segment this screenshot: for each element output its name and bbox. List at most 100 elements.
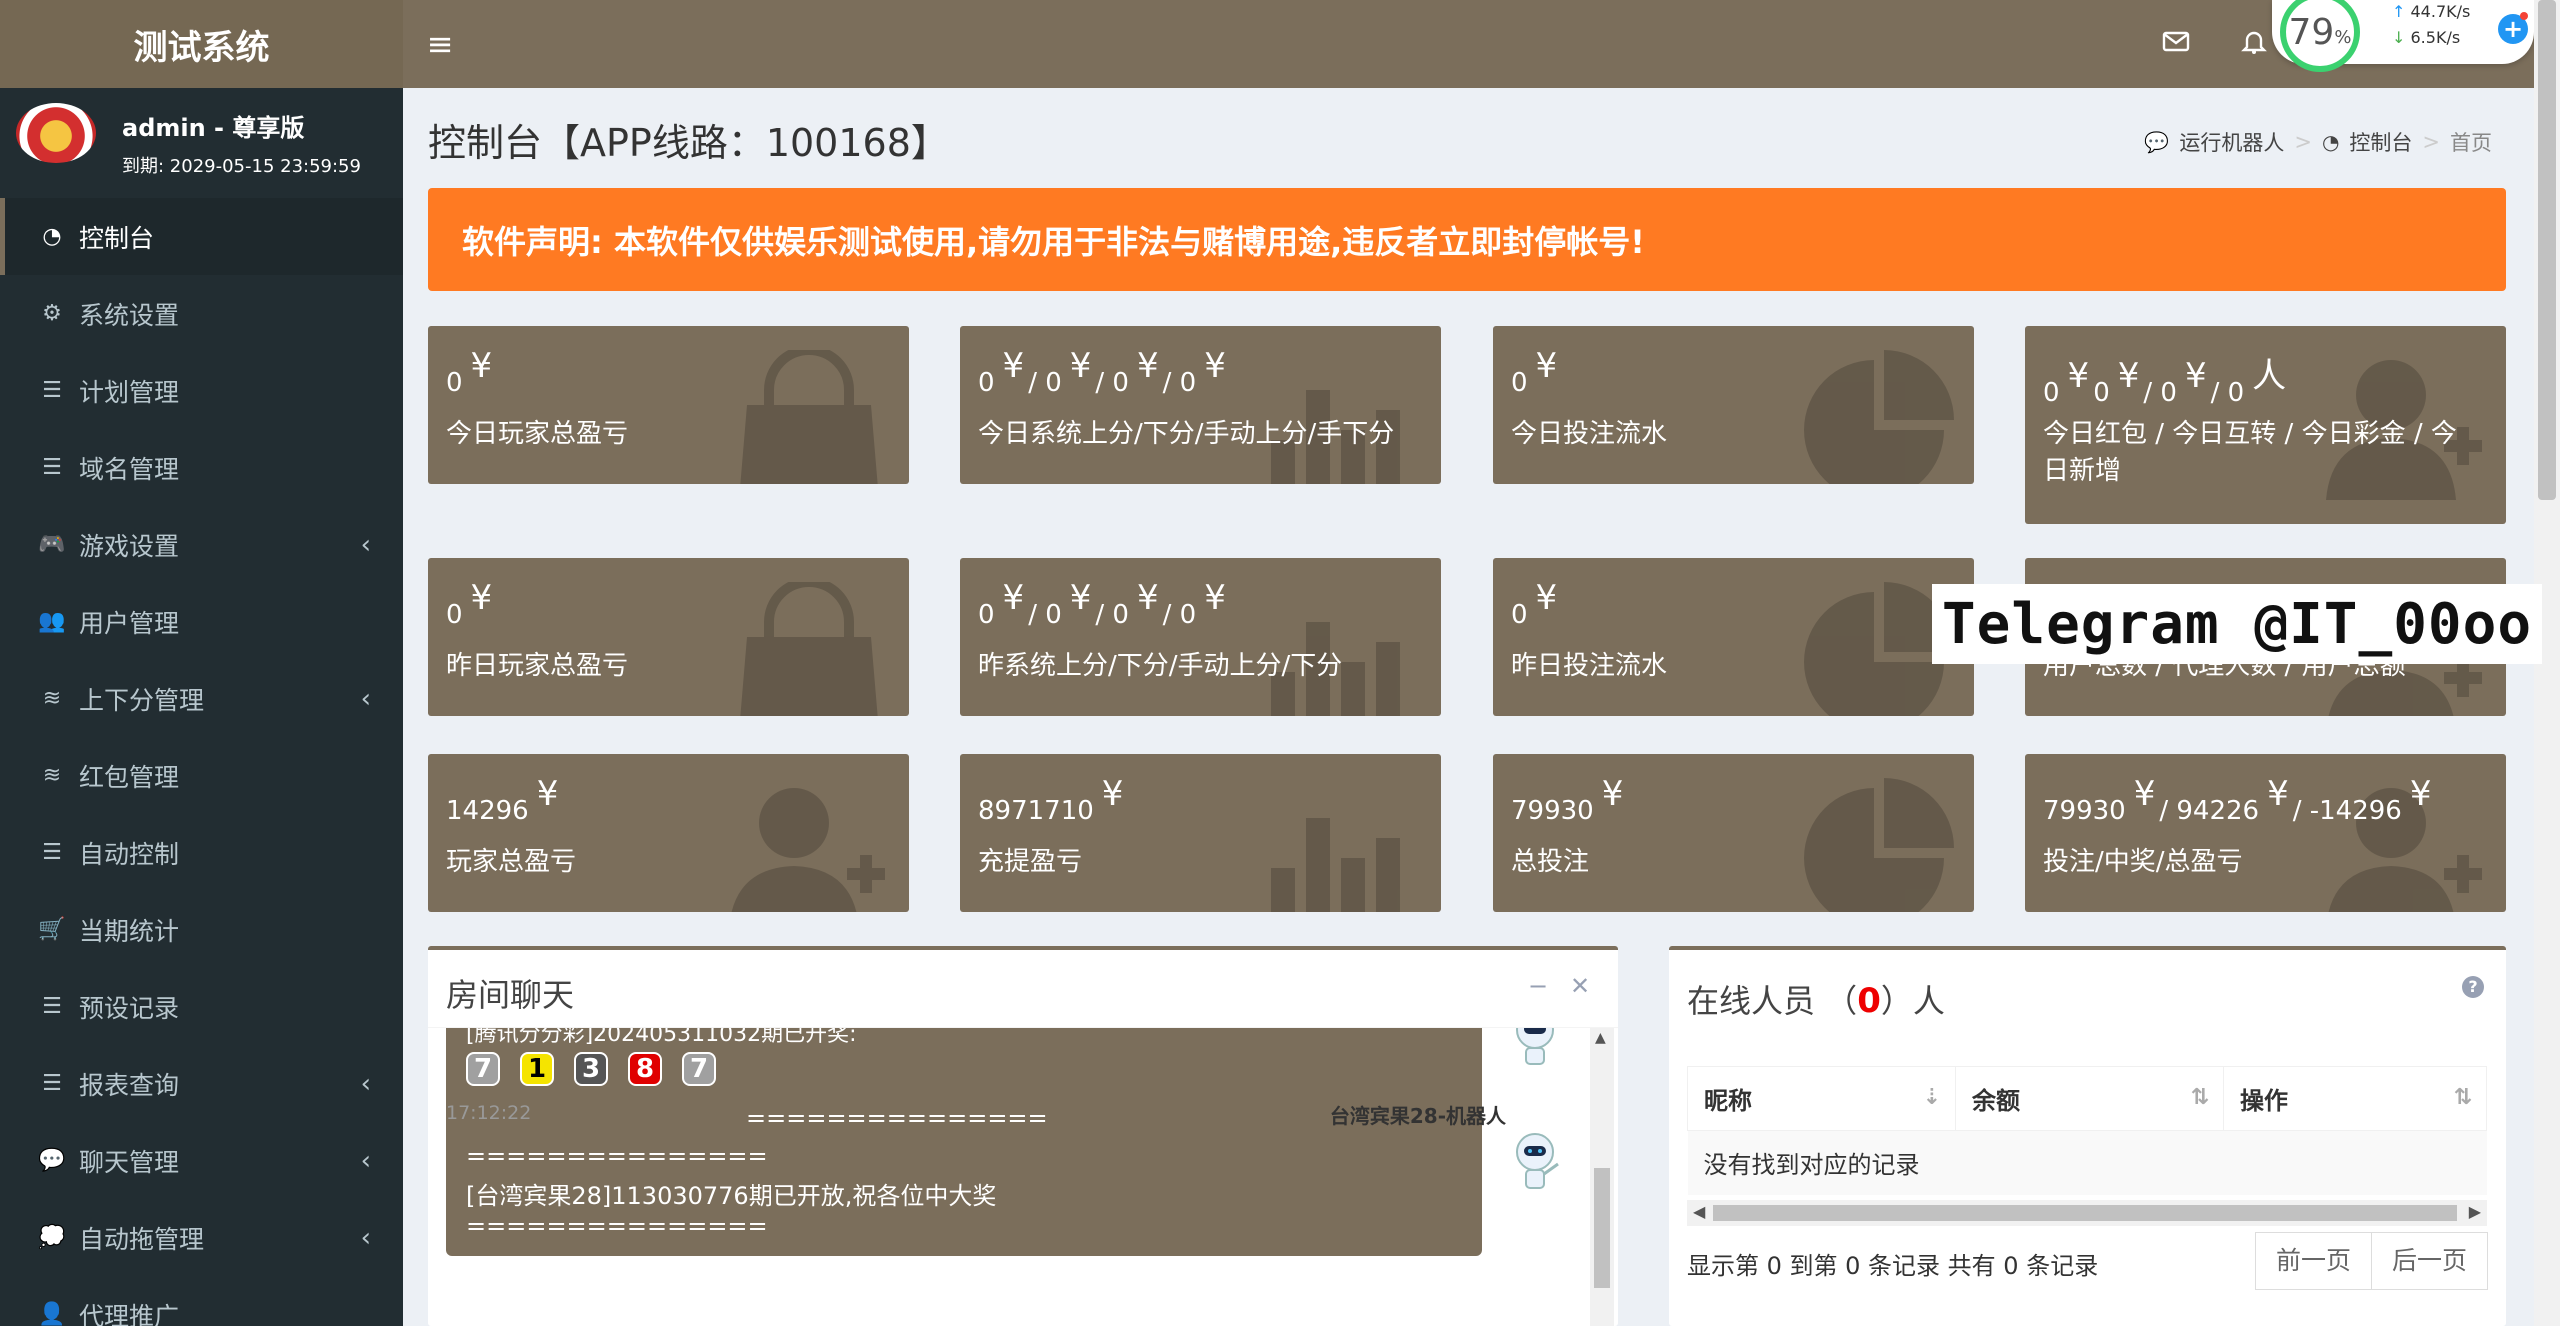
chat-title: 房间聊天 (446, 976, 575, 1014)
stat-value: 0 ¥ (446, 346, 493, 398)
message-separator: =============== (466, 1212, 768, 1240)
sidebar-item-label: 计划管理 (79, 377, 180, 407)
stat-value: 0 ¥0 ¥/ 0 ¥/ 0人 (2043, 356, 2287, 408)
sidebar-item-9[interactable]: 🛒 当期统计 (0, 891, 403, 968)
stat-label: 玩家总盈亏 (446, 847, 577, 877)
sidebar-menu: ◔ 控制台 ⚙ 系统设置 ☰ 计划管理 ☰ 域名管理 🎮 游戏设置 ‹ 👥 用户管理 ≋ 上下分管理 ‹ ≋ 红包… (0, 198, 403, 1326)
chevron-left-icon: ‹ (360, 1222, 371, 1253)
app-logo[interactable]: 测试系统 (0, 0, 403, 88)
sidebar-item-6[interactable]: ≋ 上下分管理 ‹ (0, 660, 403, 737)
sidebar-item-4[interactable]: 🎮 游戏设置 ‹ (0, 506, 403, 583)
stat-box: 0 ¥ 昨日投注流水 (1493, 558, 1974, 716)
list-icon: ☰ (42, 840, 62, 865)
table-horizontal-scrollbar[interactable]: ◀ ▶ (1687, 1200, 2487, 1226)
chat-scrollbar-thumb[interactable] (1594, 1168, 1610, 1288)
upload-arrow-icon: ↑ (2392, 2, 2406, 21)
chat-scrollbar[interactable]: ▲ (1590, 1028, 1614, 1326)
sidebar-item-5[interactable]: 👥 用户管理 (0, 583, 403, 660)
sidebar-item-2[interactable]: ☰ 计划管理 (0, 352, 403, 429)
sidebar-item-1[interactable]: ⚙ 系统设置 (0, 275, 403, 352)
sidebar-item-label: 上下分管理 (79, 685, 205, 715)
lottery-ball: 7 (682, 1052, 716, 1086)
sort-icon[interactable]: ⇅ (2191, 1085, 2209, 1110)
scroll-left-icon[interactable]: ◀ (1693, 1202, 1705, 1221)
sidebar-item-10[interactable]: ☰ 预设记录 (0, 968, 403, 1045)
sort-icon[interactable]: ⇅ (2454, 1085, 2472, 1110)
pagination-info: 显示第 0 到第 0 条记录 共有 0 条记录 (1687, 1252, 2099, 1280)
online-users-box: 在线人员 （0）人 ? 昵称 ⇣ 余额 ⇅ 操作 ⇅ 没有找到对应的记录 ◀ ▶ 显示… (1669, 946, 2506, 1326)
stat-box: 79930 ¥/ 94226 ¥ / -14296 ¥ 投注/中奖/总盈亏 (2025, 754, 2506, 912)
breadcrumb-separator: > (2422, 130, 2440, 154)
stat-value: 0 ¥ (1511, 578, 1558, 630)
column-header-nickname[interactable]: 昵称 ⇣ (1687, 1066, 1956, 1131)
sidebar-item-11[interactable]: ☰ 报表查询 ‹ (0, 1045, 403, 1122)
stat-box: 0 ¥ 昨日玩家总盈亏 (428, 558, 909, 716)
sidebar-item-14[interactable]: 👤 代理推广 (0, 1276, 403, 1326)
gamepad-icon: 🎮 (38, 532, 66, 557)
scrollbar-thumb[interactable] (1713, 1205, 2457, 1221)
sidebar-item-3[interactable]: ☰ 域名管理 (0, 429, 403, 506)
users-icon: 👥 (38, 609, 66, 634)
sidebar-item-label: 自动拖管理 (79, 1224, 205, 1254)
breadcrumb-item-robot[interactable]: 运行机器人 (2179, 127, 2284, 157)
user-expiry: 到期: 2029-05-15 23:59:59 (122, 156, 361, 177)
bell-icon[interactable] (2236, 26, 2272, 62)
room-chat-box: 房间聊天 − ✕ [腾讯分分彩]202405311032期已开奖: 71387 … (428, 946, 1618, 1326)
page-scrollbar-thumb[interactable] (2538, 0, 2556, 500)
stat-box: 0 ¥/ 0 ¥/ 0 ¥/ 0 ¥ 今日系统上分/下分/手动上分/手下分 (960, 326, 1441, 484)
breadcrumb-item-dashboard[interactable]: 控制台 (2349, 127, 2412, 157)
dashboard-icon: ◔ (2321, 130, 2340, 154)
sidebar-item-label: 自动控制 (79, 839, 180, 869)
stat-value: 79930 ¥/ 94226 ¥ / -14296 ¥ (2043, 774, 2432, 826)
chat-message-bubble: =============== [台湾宾果28]113030776期已开放,祝各… (446, 1130, 1482, 1256)
chat-messages[interactable]: [腾讯分分彩]202405311032期已开奖: 71387 =========… (428, 1028, 1588, 1326)
prev-page-button[interactable]: 前一页 (2254, 1232, 2372, 1290)
stat-box: 0 ¥ 今日玩家总盈亏 (428, 326, 909, 484)
column-header-balance[interactable]: 余额 ⇅ (1955, 1066, 2224, 1131)
stat-box: 0 ¥/ 0 ¥/ 0 ¥/ 0 ¥ 昨系统上分/下分/手动上分/下分 (960, 558, 1441, 716)
help-icon[interactable]: ? (2462, 976, 2484, 998)
scroll-up-icon[interactable]: ▲ (1595, 1030, 1606, 1046)
chevron-left-icon: ‹ (360, 683, 371, 714)
stat-label: 昨日投注流水 (1511, 651, 1668, 681)
network-speed-widget[interactable]: 79% ↑ 44.7K/s ↓ 6.5K/s + (2272, 0, 2534, 72)
lottery-ball: 3 (574, 1052, 608, 1086)
sidebar-toggle-icon[interactable]: ≡ (422, 26, 458, 62)
minimize-icon[interactable]: − (1528, 972, 1548, 1000)
sidebar-item-12[interactable]: 💬 聊天管理 ‹ (0, 1122, 403, 1199)
close-icon[interactable]: ✕ (1570, 972, 1590, 1000)
disclaimer-banner: 软件声明: 本软件仅供娱乐测试使用,请勿用于非法与赌博用途,违反者立即封停帐号! (428, 188, 2506, 291)
lottery-ball: 8 (628, 1052, 662, 1086)
cogs-icon: ⚙ (42, 301, 62, 326)
lottery-balls: 71387 (466, 1052, 736, 1086)
breadcrumb-item-home[interactable]: 首页 (2450, 127, 2492, 157)
list-icon: ☰ (42, 378, 62, 403)
stat-value: 8971710 ¥ (978, 774, 1124, 826)
message-text: [台湾宾果28]113030776期已开放,祝各位中大奖 (466, 1182, 997, 1210)
stat-label: 今日红包 / 今日互转 / 今日彩金 / 今日新增 (2043, 419, 2457, 486)
list-icon: ☰ (42, 455, 62, 480)
online-users-table: 昵称 ⇣ 余额 ⇅ 操作 ⇅ 没有找到对应的记录 (1687, 1066, 2487, 1195)
mail-icon[interactable] (2158, 26, 2194, 62)
stat-value: 14296 ¥ (446, 774, 559, 826)
sidebar-item-7[interactable]: ≋ 红包管理 (0, 737, 403, 814)
chevron-left-icon: ‹ (360, 1145, 371, 1176)
sidebar-item-8[interactable]: ☰ 自动控制 (0, 814, 403, 891)
upload-speed: ↑ 44.7K/s (2392, 2, 2471, 21)
stat-label: 总投注 (1511, 847, 1590, 877)
message-separator: =============== (466, 1142, 768, 1170)
sidebar-item-label: 红包管理 (79, 762, 180, 792)
scroll-right-icon[interactable]: ▶ (2469, 1202, 2481, 1221)
avatar (16, 103, 96, 163)
sidebar-item-0[interactable]: ◔ 控制台 (0, 198, 403, 275)
sidebar-item-label: 游戏设置 (79, 531, 180, 561)
stat-label: 投注/中奖/总盈亏 (2043, 847, 2243, 877)
column-header-actions[interactable]: 操作 ⇅ (2223, 1066, 2487, 1131)
next-page-button[interactable]: 后一页 (2371, 1232, 2488, 1290)
sort-asc-icon[interactable]: ⇣ (1923, 1085, 1941, 1110)
speed-percent-circle: 79% (2280, 0, 2360, 72)
stat-box: 0 ¥0 ¥/ 0 ¥/ 0 人今日红包 / 今日互转 / 今日彩金 / 今日新增 (2025, 326, 2506, 524)
sidebar-item-13[interactable]: 💭 自动拖管理 ‹ (0, 1199, 403, 1276)
stat-value: 0 ¥/ 0 ¥/ 0 ¥/ 0 ¥ (978, 578, 1226, 630)
stat-label: 充提盈亏 (978, 847, 1083, 877)
